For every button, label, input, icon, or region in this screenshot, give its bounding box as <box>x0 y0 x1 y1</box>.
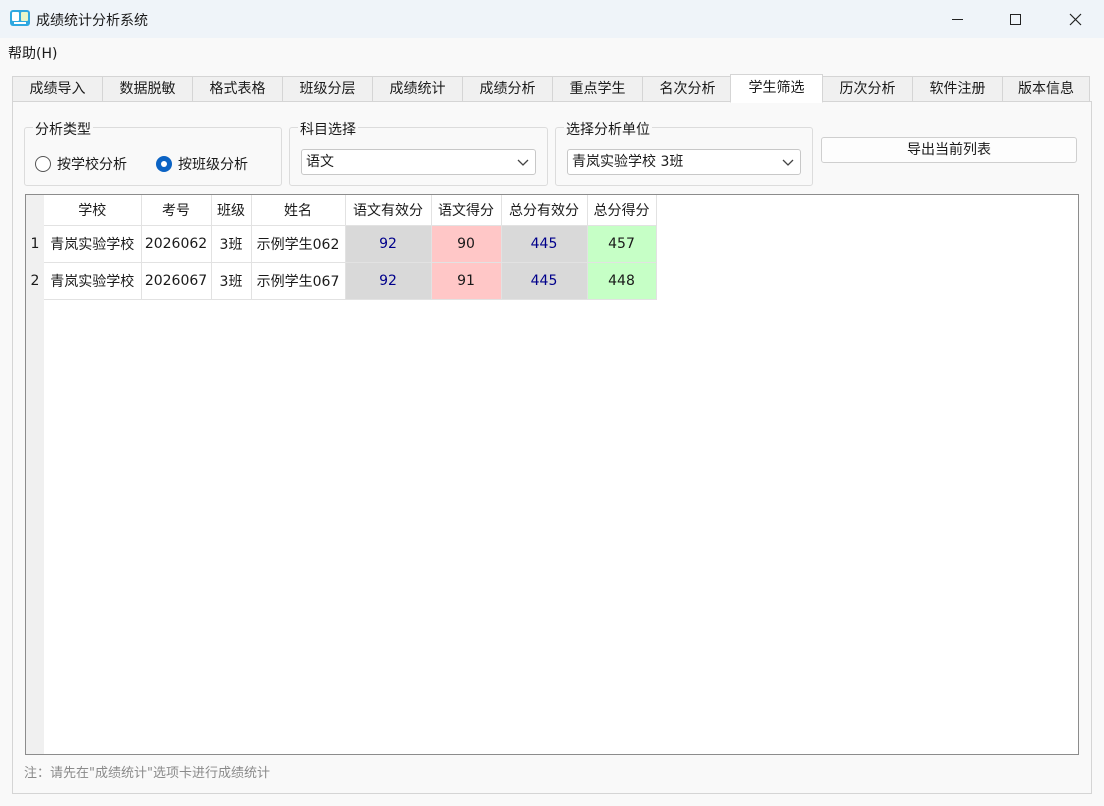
tab-score-statistics[interactable]: 成绩统计 <box>372 76 463 102</box>
subject-legend: 科目选择 <box>298 119 358 139</box>
tab-version-info[interactable]: 版本信息 <box>1002 76 1090 102</box>
close-button[interactable] <box>1046 0 1104 38</box>
title-bar: 成绩统计分析系统 <box>0 0 1104 38</box>
header-chinese-score[interactable]: 语文得分 <box>431 195 502 226</box>
app-icon <box>10 10 30 26</box>
header-exam-id[interactable]: 考号 <box>141 195 212 226</box>
cell-school[interactable]: 青岚实验学校 <box>44 225 142 263</box>
footer-note: 注：请先在"成绩统计"选项卡进行成绩统计 <box>24 766 270 781</box>
cell-name[interactable]: 示例学生067 <box>251 262 346 300</box>
tab-import[interactable]: 成绩导入 <box>12 76 103 102</box>
cell-chinese-effective[interactable]: 92 <box>345 262 432 300</box>
table-row[interactable]: 1 青岚实验学校 2026062 3班 示例学生062 92 90 445 45… <box>26 225 657 263</box>
header-school[interactable]: 学校 <box>44 195 142 226</box>
chevron-down-icon <box>782 159 794 166</box>
unit-legend: 选择分析单位 <box>564 119 652 139</box>
header-name[interactable]: 姓名 <box>251 195 346 226</box>
menu-help[interactable]: 帮助(H) <box>8 43 57 63</box>
cell-chinese-effective[interactable]: 92 <box>345 225 432 263</box>
tab-student-filter[interactable]: 学生筛选 <box>730 74 823 103</box>
tab-rank-analysis[interactable]: 名次分析 <box>642 76 733 102</box>
cell-school[interactable]: 青岚实验学校 <box>44 262 142 300</box>
cell-total-effective[interactable]: 445 <box>501 262 588 300</box>
cell-total-score[interactable]: 448 <box>587 262 657 300</box>
corner-cell <box>26 195 44 225</box>
client-area: 成绩导入 数据脱敏 格式表格 班级分层 成绩统计 成绩分析 重点学生 名次分析 … <box>0 64 1104 806</box>
minimize-icon <box>951 18 963 20</box>
maximize-icon <box>1009 13 1021 25</box>
unit-select[interactable]: 青岚实验学校 3班 <box>567 149 801 175</box>
subject-value: 语文 <box>306 154 334 170</box>
radio-by-school[interactable]: 按学校分析 <box>35 154 127 174</box>
result-table: 学校 考号 班级 姓名 语文有效分 语文得分 总分有效分 总分得分 1 青岚实验… <box>26 195 657 300</box>
unit-group: 选择分析单位 青岚实验学校 3班 <box>555 119 813 186</box>
table-row[interactable]: 2 青岚实验学校 2026067 3班 示例学生067 92 91 445 44… <box>26 262 657 300</box>
cell-chinese-score[interactable]: 90 <box>431 225 502 263</box>
export-list-button[interactable]: 导出当前列表 <box>821 137 1077 163</box>
radio-indicator-checked <box>156 156 172 172</box>
subject-group: 科目选择 语文 <box>289 119 548 186</box>
row-number: 1 <box>26 225 44 262</box>
analysis-type-legend: 分析类型 <box>33 119 93 139</box>
tab-class-layering[interactable]: 班级分层 <box>282 76 373 102</box>
radio-by-class[interactable]: 按班级分析 <box>156 154 248 174</box>
analysis-type-group: 分析类型 按学校分析 按班级分析 <box>24 119 282 186</box>
table-header-row: 学校 考号 班级 姓名 语文有效分 语文得分 总分有效分 总分得分 <box>26 195 657 226</box>
cell-chinese-score[interactable]: 91 <box>431 262 502 300</box>
header-class[interactable]: 班级 <box>211 195 252 226</box>
tab-registration[interactable]: 软件注册 <box>912 76 1003 102</box>
tab-strip: 成绩导入 数据脱敏 格式表格 班级分层 成绩统计 成绩分析 重点学生 名次分析 … <box>12 74 1092 103</box>
header-total-effective[interactable]: 总分有效分 <box>501 195 588 226</box>
cell-name[interactable]: 示例学生062 <box>251 225 346 263</box>
minimize-button[interactable] <box>928 0 986 38</box>
radio-label: 按班级分析 <box>178 157 248 173</box>
window-title: 成绩统计分析系统 <box>36 13 148 29</box>
tab-score-analysis[interactable]: 成绩分析 <box>462 76 553 102</box>
row-number: 2 <box>26 262 44 299</box>
maximize-button[interactable] <box>986 0 1044 38</box>
cell-exam-id[interactable]: 2026062 <box>141 225 212 263</box>
header-chinese-effective[interactable]: 语文有效分 <box>345 195 432 226</box>
menu-bar: 帮助(H) <box>0 38 1104 64</box>
subject-select[interactable]: 语文 <box>301 149 536 175</box>
chevron-down-icon <box>517 159 529 166</box>
tab-panel-student-filter: 分析类型 按学校分析 按班级分析 科目选择 语文 选择分析单位 青岚实验学校 3… <box>12 101 1092 794</box>
radio-indicator <box>35 156 51 172</box>
close-icon <box>1069 13 1081 25</box>
cell-exam-id[interactable]: 2026067 <box>141 262 212 300</box>
unit-value: 青岚实验学校 3班 <box>572 154 684 170</box>
tab-format-table[interactable]: 格式表格 <box>192 76 283 102</box>
cell-total-effective[interactable]: 445 <box>501 225 588 263</box>
header-total-score[interactable]: 总分得分 <box>587 195 657 226</box>
radio-label: 按学校分析 <box>57 157 127 173</box>
cell-class[interactable]: 3班 <box>211 262 252 300</box>
tab-key-students[interactable]: 重点学生 <box>552 76 643 102</box>
tab-history-analysis[interactable]: 历次分析 <box>822 76 913 102</box>
cell-total-score[interactable]: 457 <box>587 225 657 263</box>
cell-class[interactable]: 3班 <box>211 225 252 263</box>
tab-desensitize[interactable]: 数据脱敏 <box>102 76 193 102</box>
result-grid[interactable]: 学校 考号 班级 姓名 语文有效分 语文得分 总分有效分 总分得分 1 青岚实验… <box>25 194 1079 755</box>
